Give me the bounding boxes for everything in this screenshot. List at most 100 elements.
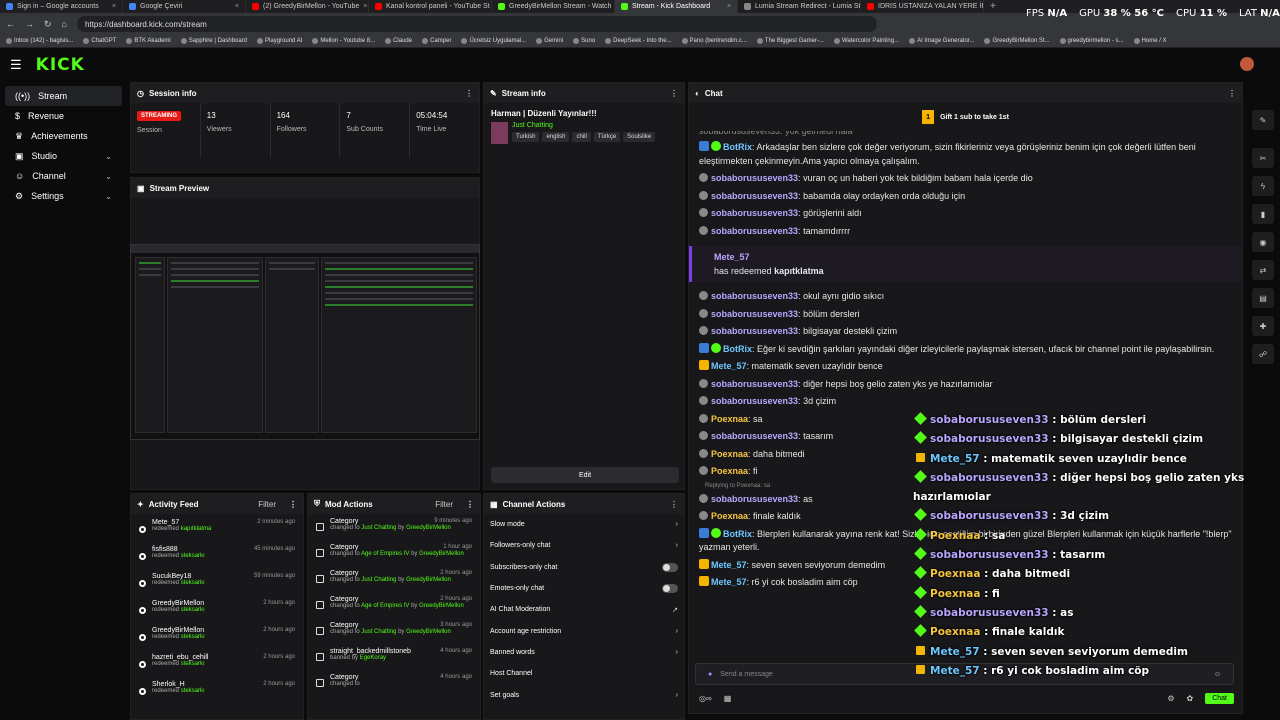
browser-tab[interactable]: Kanal kontrol paneli - YouTube St×	[369, 0, 492, 13]
url-field[interactable]: https://dashboard.kick.com/stream	[76, 16, 877, 32]
activity-user[interactable]: GreedyBirMellon	[152, 627, 205, 634]
calendar-icon[interactable]: ▦	[724, 694, 732, 703]
chat-username[interactable]: sobaborususeven33	[711, 191, 798, 201]
activity-user[interactable]: GreedyBirMellon	[152, 600, 205, 607]
close-icon[interactable]: ×	[727, 3, 731, 10]
chat-username[interactable]: Poexnaa	[711, 414, 748, 424]
bookmark-item[interactable]: greedybirmellon - s...	[1059, 38, 1124, 44]
sidebar-item-stream[interactable]: ((•)) Stream	[5, 86, 122, 106]
home-icon[interactable]: ⌂	[62, 19, 67, 29]
browser-tab[interactable]: Sign in – Google accounts ×	[0, 0, 123, 13]
bookmark-item[interactable]: Mellon - Youtube 8...	[312, 38, 375, 44]
wrench-icon[interactable]: ✚	[1252, 316, 1274, 336]
channel-action-item[interactable]: Banned words ›	[484, 642, 684, 663]
trash-icon[interactable]: ▮	[1252, 204, 1274, 224]
pencil-icon[interactable]: ✎	[1252, 110, 1274, 130]
chat-username[interactable]: Mete_57	[711, 361, 747, 371]
browser-tab[interactable]: GreedyBirMellon Stream - Watch×	[492, 0, 615, 13]
emote-icon[interactable]: ✿	[1187, 694, 1194, 703]
mic-icon[interactable]: ●	[708, 671, 712, 678]
chat-username[interactable]: sobaborususeven33	[711, 291, 798, 301]
channel-action-item[interactable]: Account age restriction ›	[484, 620, 684, 641]
bookmark-item[interactable]: The Biggest Gamer-...	[756, 38, 824, 44]
chat-username[interactable]: sobaborususeven33	[711, 326, 798, 336]
chat-username[interactable]: BotRix	[723, 529, 752, 539]
activity-user[interactable]: fisfis888	[152, 546, 205, 553]
activity-user[interactable]: SucukBey18	[152, 573, 205, 580]
chat-username[interactable]: sobaborususeven33	[711, 431, 798, 441]
stack-icon[interactable]: ▤	[1252, 288, 1274, 308]
bookmark-item[interactable]: Inbox (142) - bagisis...	[6, 38, 73, 44]
chat-username[interactable]: sobaborususeven33	[711, 494, 798, 504]
swap-icon[interactable]: ⇄	[1252, 260, 1274, 280]
bookmark-item[interactable]: Playground AI	[257, 38, 302, 44]
chat-username[interactable]: sobaborususeven33	[711, 379, 798, 389]
chat-username[interactable]: sobaborususeven33	[711, 226, 798, 236]
channel-action-item[interactable]: Followers-only chat ›	[484, 535, 684, 556]
channel-action-item[interactable]: Emotes-only chat	[484, 578, 684, 599]
chat-username[interactable]: Mete_57	[711, 577, 747, 587]
bookmark-item[interactable]: Pano (bentrendim.c...	[681, 38, 747, 44]
bookmark-item[interactable]: AI Image Generator...	[909, 38, 974, 44]
bookmark-item[interactable]: Watercolor Painting...	[833, 38, 899, 44]
category-name[interactable]: Just Chatting	[512, 122, 655, 129]
forward-icon[interactable]: →	[25, 19, 34, 29]
tag-chip[interactable]: chill	[572, 132, 591, 142]
sidebar-item-settings[interactable]: ⚙ Settings ⌄	[5, 186, 122, 206]
points-icon[interactable]: ◎∞	[699, 694, 712, 703]
browser-tab[interactable]: Lumia Stream Redirect - Lumia St×	[738, 0, 861, 13]
activity-user[interactable]: Sherlok_H	[152, 681, 205, 688]
browser-tab[interactable]: Google Çeviri ×	[123, 0, 246, 13]
more-icon[interactable]: ⋮	[465, 89, 473, 98]
tag-chip[interactable]: Soulslike	[623, 132, 656, 142]
bookmark-item[interactable]: Camper	[422, 38, 451, 44]
chat-icon[interactable]: ◉	[1252, 232, 1274, 252]
bolt-icon[interactable]: ϟ	[1252, 176, 1274, 196]
more-icon[interactable]: ⋮	[670, 89, 678, 98]
channel-action-item[interactable]: Slow mode ›	[484, 514, 684, 535]
chat-send-button[interactable]: Chat	[1205, 692, 1234, 704]
channel-action-item[interactable]: Host Channel	[484, 663, 684, 684]
chat-username[interactable]: Poexnaa	[711, 466, 748, 476]
more-icon[interactable]: ⋮	[466, 500, 474, 509]
chat-username[interactable]: Mete_57	[711, 560, 747, 570]
channel-action-item[interactable]: Set goals ›	[484, 684, 684, 705]
activity-user[interactable]: Mete_57	[152, 519, 211, 526]
filter-button[interactable]: Filter	[258, 500, 276, 509]
hamburger-menu-icon[interactable]: ☰	[10, 57, 22, 73]
people-icon[interactable]: ☍	[1252, 344, 1274, 364]
tag-chip[interactable]: Turkish	[512, 132, 540, 142]
filter-button[interactable]: Filter	[435, 500, 453, 509]
bookmark-item[interactable]: GreedyBirMellon St...	[984, 38, 1050, 44]
back-icon[interactable]: ←	[6, 19, 15, 29]
bookmark-item[interactable]: ChatGPT	[83, 38, 116, 44]
bookmark-item[interactable]: Sapphire | Dashboard	[180, 38, 247, 44]
more-icon[interactable]: ⋮	[670, 500, 678, 509]
edit-button[interactable]: Edit	[491, 467, 679, 483]
chat-username[interactable]: Poexnaa	[711, 449, 748, 459]
sidebar-item-achievements[interactable]: ♛ Achievements	[5, 126, 122, 146]
settings-icon[interactable]: ⚙	[1167, 694, 1174, 703]
chat-username[interactable]: sobaborususeven33	[711, 173, 798, 183]
channel-action-item[interactable]: AI Chat Moderation ↗	[484, 599, 684, 620]
kick-logo[interactable]: KICK	[36, 55, 85, 75]
chat-username[interactable]: sobaborususeven33	[711, 396, 798, 406]
gift-sub-banner[interactable]: 1 Gift 1 sub to take 1st	[689, 103, 1242, 131]
redeem-user[interactable]: Mete_57	[714, 250, 1220, 264]
browser-tab[interactable]: IDRIS USTANIZA YALAN YERE İFTİ×	[861, 0, 984, 13]
stream-preview-video[interactable]	[130, 244, 480, 440]
chat-username[interactable]: sobaborususeven33	[711, 309, 798, 319]
chat-username[interactable]: BotRix	[723, 142, 752, 152]
tag-chip[interactable]: Türkçe	[593, 132, 621, 142]
user-avatar[interactable]	[1240, 57, 1254, 71]
close-icon[interactable]: ×	[363, 3, 367, 10]
sidebar-item-studio[interactable]: ▣ Studio ⌄	[5, 146, 122, 166]
activity-user[interactable]: hazreti_ebu_cehill	[152, 654, 208, 661]
more-icon[interactable]: ⋮	[1228, 89, 1236, 98]
bookmark-item[interactable]: Suno	[573, 38, 595, 44]
more-icon[interactable]: ⋮	[289, 500, 297, 509]
close-icon[interactable]: ×	[235, 3, 239, 10]
chat-username[interactable]: sobaborususeven33	[711, 208, 798, 218]
toggle-switch[interactable]	[662, 584, 678, 594]
chat-username[interactable]: Poexnaa	[711, 511, 748, 521]
